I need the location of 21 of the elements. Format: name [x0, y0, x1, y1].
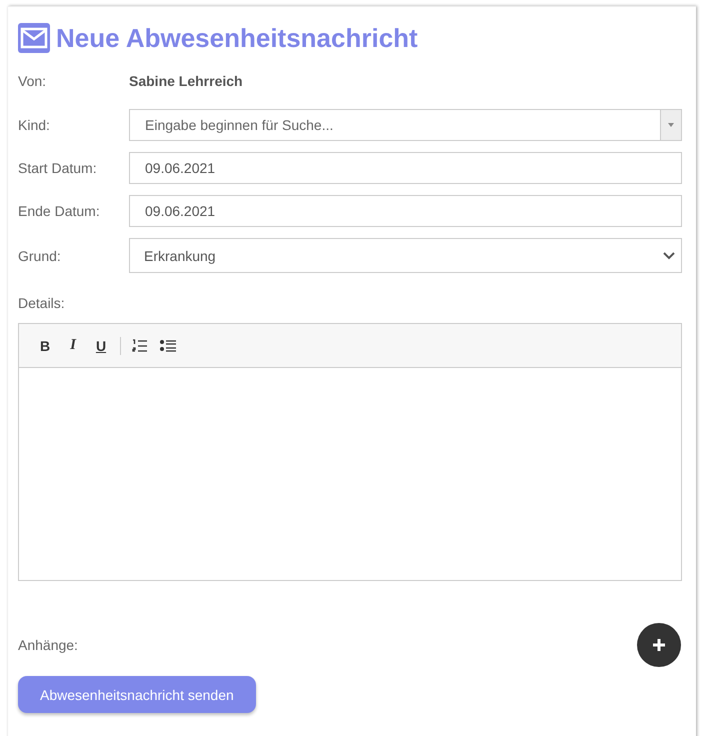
search-combobox[interactable]: Eingabe beginnen für Suche... — [129, 109, 682, 141]
rich-text-editor[interactable]: B I U — [18, 323, 682, 581]
add-attachment-button[interactable] — [637, 623, 681, 667]
plus-icon — [652, 638, 666, 652]
field-label: Kind: — [18, 117, 51, 133]
date-field[interactable]: 09.06.2021 — [129, 195, 682, 227]
underline-button[interactable]: U — [89, 334, 113, 358]
date-field[interactable]: 09.06.2021 — [129, 152, 682, 184]
italic-button[interactable]: I — [61, 334, 85, 358]
form-title: Neue Abwesenheitsnachricht — [56, 23, 418, 53]
field-label: Ende Datum: — [18, 203, 101, 219]
attachments-label: Anhänge: — [18, 637, 78, 653]
reason-select[interactable]: Erkrankung — [129, 238, 682, 273]
chevron-down-icon — [663, 252, 675, 260]
sender-name: Sabine Lehrreich — [129, 73, 244, 89]
details-label: Details: — [18, 295, 66, 311]
envelope-icon — [18, 23, 50, 53]
field-label: Start Datum: — [18, 160, 98, 176]
sender-label: Von: — [18, 73, 48, 89]
bold-button[interactable]: B — [33, 334, 57, 358]
field-label: Grund: — [18, 248, 62, 264]
